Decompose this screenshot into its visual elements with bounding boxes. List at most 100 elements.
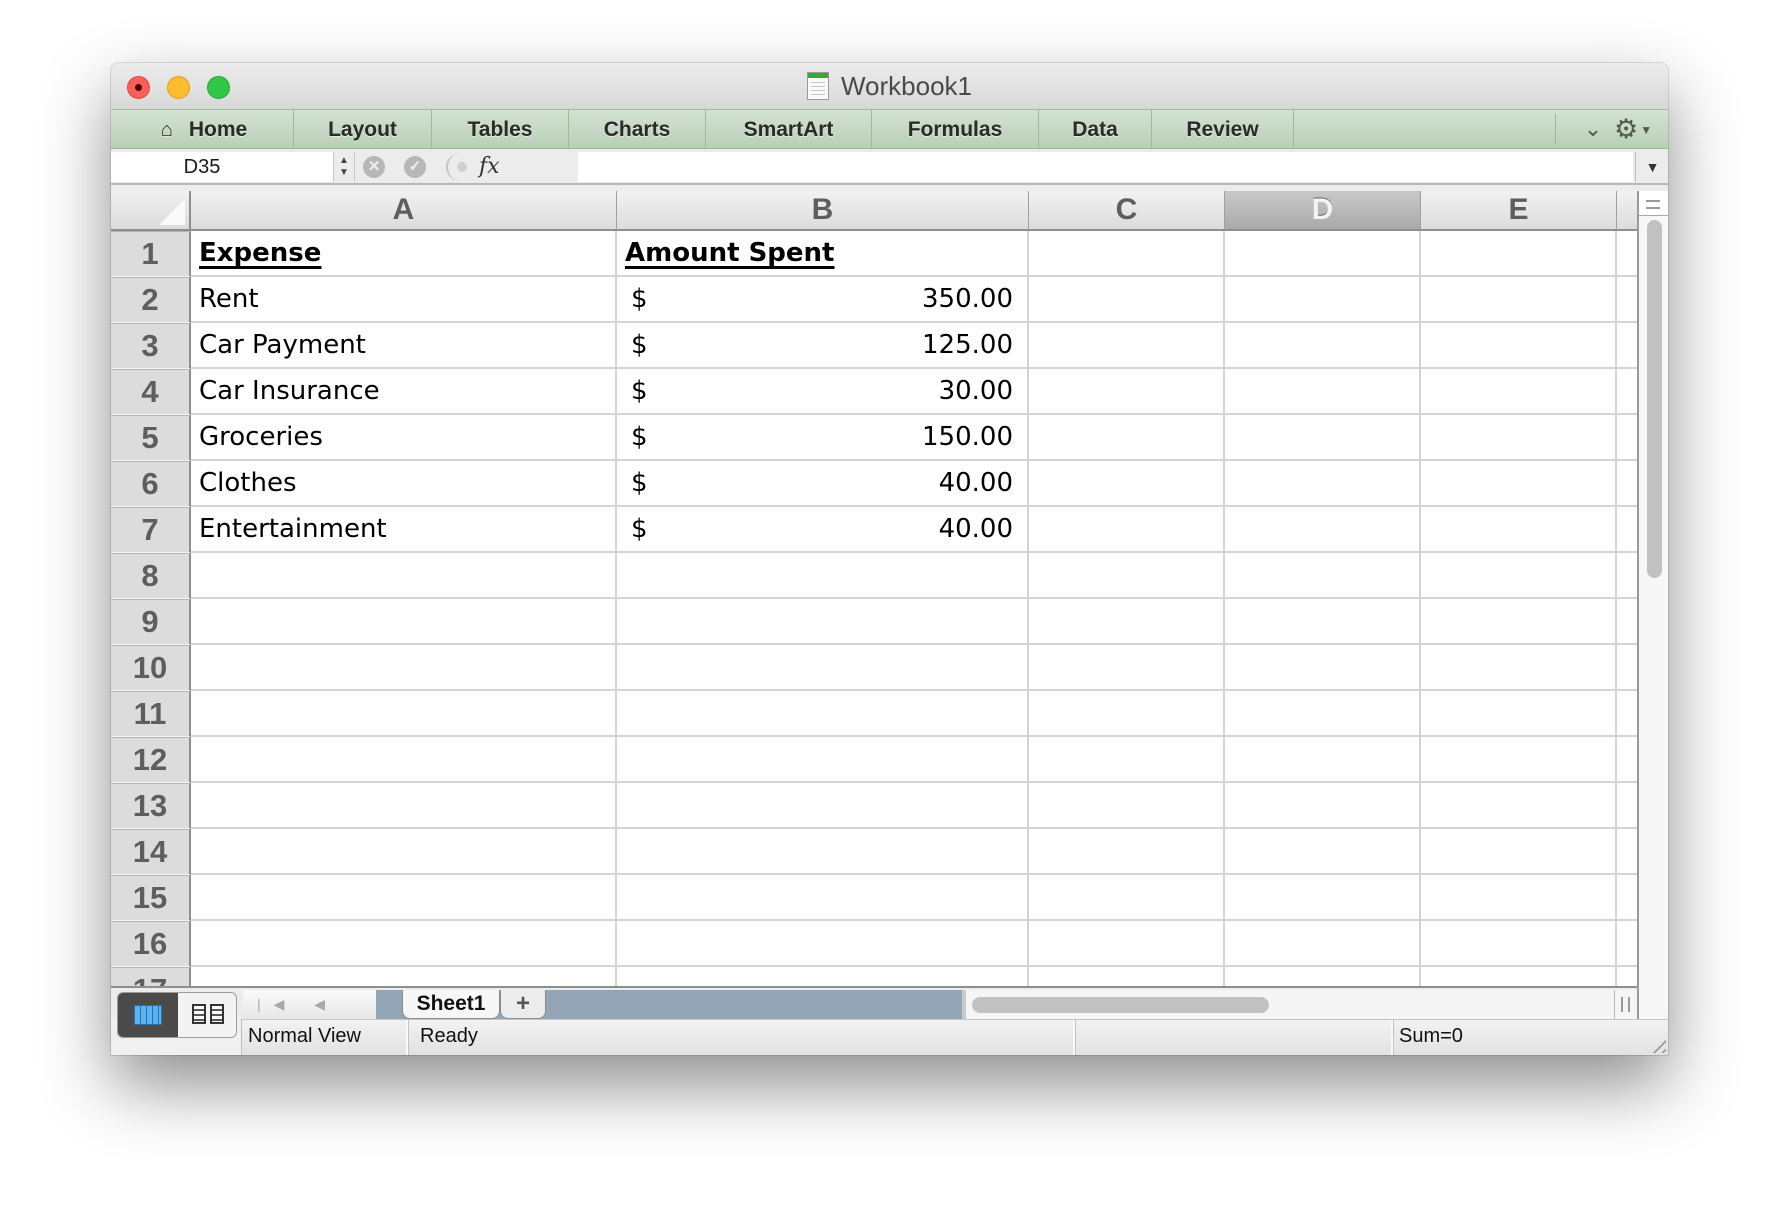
cell-d12[interactable] (1225, 737, 1421, 783)
cell-b10[interactable] (617, 645, 1029, 691)
cell-d7[interactable] (1225, 507, 1421, 553)
cell-b1[interactable]: Amount Spent (617, 231, 1029, 277)
cell-c16[interactable] (1029, 921, 1225, 967)
cell-b16[interactable] (617, 921, 1029, 967)
cell-f14[interactable] (1617, 829, 1637, 875)
cell-f11[interactable] (1617, 691, 1637, 737)
cell-c15[interactable] (1029, 875, 1225, 921)
cell-f3[interactable] (1617, 323, 1637, 369)
tab-charts[interactable]: Charts (569, 110, 706, 149)
row-header-7[interactable]: 7 (111, 507, 191, 553)
cell-a14[interactable] (191, 829, 617, 875)
cell-c1[interactable] (1029, 231, 1225, 277)
cell-a2[interactable]: Rent (191, 277, 617, 323)
cell-a5[interactable]: Groceries (191, 415, 617, 461)
cell-d17[interactable] (1225, 967, 1421, 986)
cell-e11[interactable] (1421, 691, 1617, 737)
cell-d2[interactable] (1225, 277, 1421, 323)
cell-d15[interactable] (1225, 875, 1421, 921)
cell-e4[interactable] (1421, 369, 1617, 415)
row-header-2[interactable]: 2 (111, 277, 191, 323)
cell-f4[interactable] (1617, 369, 1637, 415)
formula-input[interactable] (578, 152, 1633, 182)
name-box-stepper[interactable]: ▲ ▼ (333, 152, 355, 182)
gear-icon[interactable]: ⚙ ▼ (1614, 111, 1664, 147)
cell-c12[interactable] (1029, 737, 1225, 783)
cell-b5[interactable]: $150.00 (617, 415, 1029, 461)
column-header-f-partial[interactable] (1617, 191, 1637, 231)
cell-a6[interactable]: Clothes (191, 461, 617, 507)
cell-b11[interactable] (617, 691, 1029, 737)
select-all-corner[interactable] (111, 191, 191, 231)
cell-f16[interactable] (1617, 921, 1637, 967)
cell-e3[interactable] (1421, 323, 1617, 369)
cell-f1[interactable] (1617, 231, 1637, 277)
vertical-scroll-thumb[interactable] (1647, 220, 1662, 578)
cell-f9[interactable] (1617, 599, 1637, 645)
row-header-9[interactable]: 9 (111, 599, 191, 645)
cell-c11[interactable] (1029, 691, 1225, 737)
cell-c7[interactable] (1029, 507, 1225, 553)
tab-smartart[interactable]: SmartArt (706, 110, 872, 149)
cell-b7[interactable]: $40.00 (617, 507, 1029, 553)
page-layout-view-icon[interactable] (178, 993, 236, 1037)
cell-e7[interactable] (1421, 507, 1617, 553)
vertical-scrollbar[interactable] (1637, 191, 1668, 1049)
cell-b4[interactable]: $30.00 (617, 369, 1029, 415)
cell-b15[interactable] (617, 875, 1029, 921)
cell-c10[interactable] (1029, 645, 1225, 691)
cell-b17[interactable] (617, 967, 1029, 986)
cell-d5[interactable] (1225, 415, 1421, 461)
row-header-12[interactable]: 12 (111, 737, 191, 783)
cell-b3[interactable]: $125.00 (617, 323, 1029, 369)
function-wizard-icon[interactable] (446, 153, 474, 181)
row-header-1[interactable]: 1 (111, 231, 191, 277)
cell-f10[interactable] (1617, 645, 1637, 691)
row-header-5[interactable]: 5 (111, 415, 191, 461)
tab-layout[interactable]: Layout (294, 110, 432, 149)
cell-f5[interactable] (1617, 415, 1637, 461)
cell-f17[interactable] (1617, 967, 1637, 986)
cell-c13[interactable] (1029, 783, 1225, 829)
row-header-8[interactable]: 8 (111, 553, 191, 599)
normal-view-icon[interactable] (118, 993, 178, 1037)
tab-formulas[interactable]: Formulas (872, 110, 1039, 149)
cell-d10[interactable] (1225, 645, 1421, 691)
cancel-icon[interactable]: ✕ (363, 156, 385, 178)
chevron-down-icon[interactable]: ⌄ (1577, 112, 1609, 146)
row-header-14[interactable]: 14 (111, 829, 191, 875)
cell-d11[interactable] (1225, 691, 1421, 737)
cell-a17[interactable] (191, 967, 617, 986)
cell-c5[interactable] (1029, 415, 1225, 461)
cell-c3[interactable] (1029, 323, 1225, 369)
cell-e10[interactable] (1421, 645, 1617, 691)
tab-tables[interactable]: Tables (432, 110, 569, 149)
cell-e9[interactable] (1421, 599, 1617, 645)
cell-b2[interactable]: $350.00 (617, 277, 1029, 323)
cell-f15[interactable] (1617, 875, 1637, 921)
cell-e12[interactable] (1421, 737, 1617, 783)
row-header-6[interactable]: 6 (111, 461, 191, 507)
cell-e17[interactable] (1421, 967, 1617, 986)
cell-d4[interactable] (1225, 369, 1421, 415)
tab-data[interactable]: Data (1039, 110, 1152, 149)
cell-b14[interactable] (617, 829, 1029, 875)
row-header-11[interactable]: 11 (111, 691, 191, 737)
cell-c17[interactable] (1029, 967, 1225, 986)
cell-a4[interactable]: Car Insurance (191, 369, 617, 415)
cell-a11[interactable] (191, 691, 617, 737)
fx-icon[interactable]: fx (479, 152, 500, 182)
cell-f8[interactable] (1617, 553, 1637, 599)
cell-e8[interactable] (1421, 553, 1617, 599)
cell-d13[interactable] (1225, 783, 1421, 829)
sheet-nav-arrows[interactable]: |◀ ◀ ▶ ▶| (243, 990, 376, 1041)
column-header-e[interactable]: E (1421, 191, 1617, 231)
cell-b12[interactable] (617, 737, 1029, 783)
cell-d8[interactable] (1225, 553, 1421, 599)
cell-a3[interactable]: Car Payment (191, 323, 617, 369)
formula-expand-icon[interactable]: ▼ (1635, 152, 1668, 182)
row-header-4[interactable]: 4 (111, 369, 191, 415)
cell-e1[interactable] (1421, 231, 1617, 277)
cell-f2[interactable] (1617, 277, 1637, 323)
sheet-tab-sheet1[interactable]: Sheet1 (402, 990, 500, 1019)
